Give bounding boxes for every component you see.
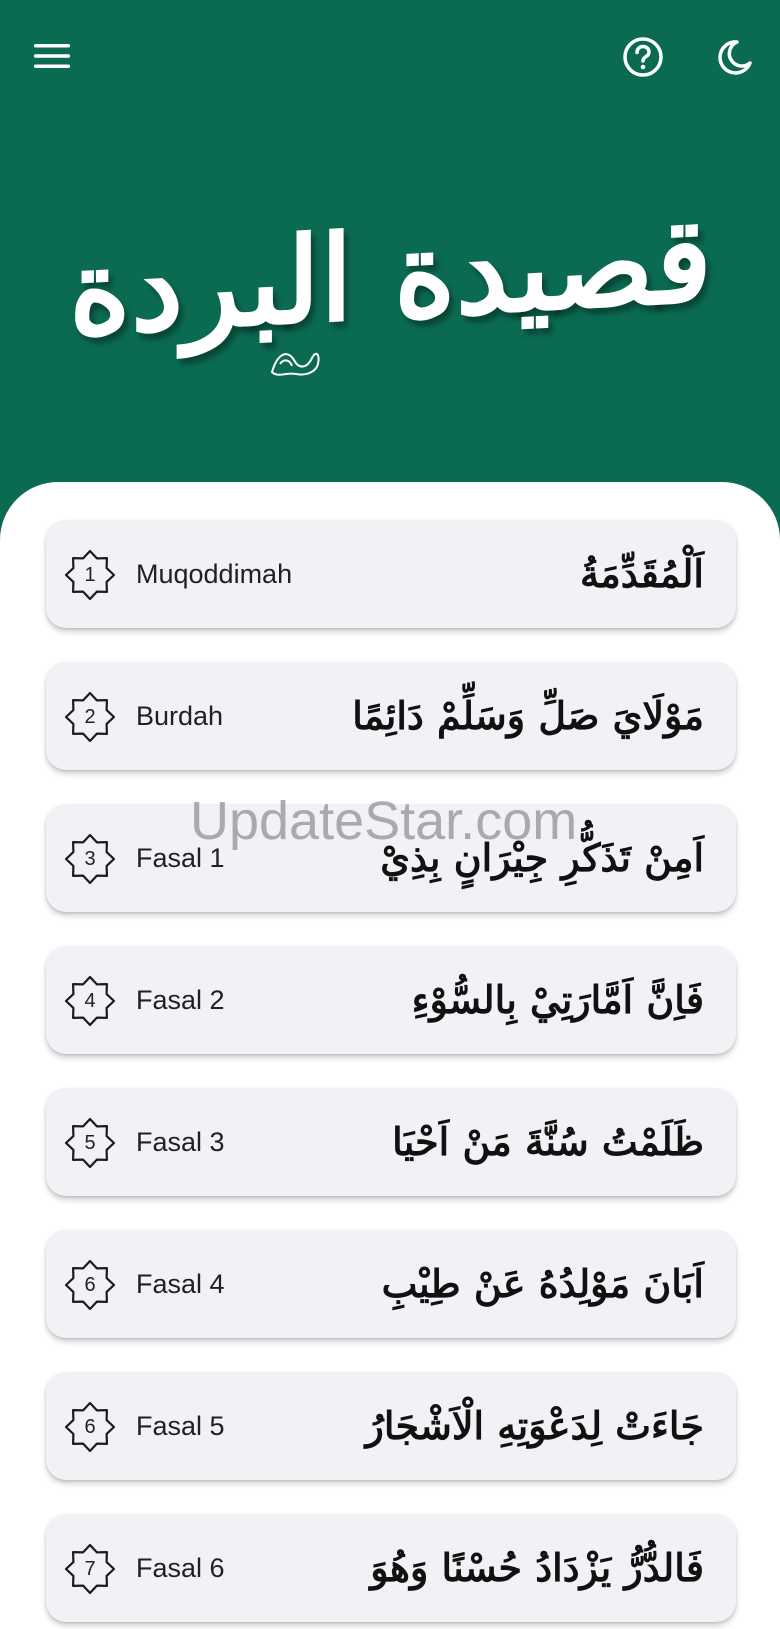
list-item-fasal-2[interactable]: 4 Fasal 2 فَاِنَّ اَمَّارَتِيْ بِالسُّوْ… [46,946,736,1054]
item-number: 2 [84,705,96,728]
list-item-muqoddimah[interactable]: 1 Muqoddimah اَلْمُقَدِّمَةُ [46,520,736,628]
dark-mode-toggle[interactable] [710,32,760,82]
item-number: 1 [84,563,96,586]
moon-icon [718,40,752,75]
number-badge: 3 [64,833,116,885]
item-label: Burdah [136,701,224,731]
item-number: 6 [84,1273,96,1296]
menu-icon [34,44,70,68]
list-item-fasal-4[interactable]: 6 Fasal 4 اَبَانَ مَوْلِدُهُ عَنْ طِيْبِ [46,1230,736,1338]
number-badge: 2 [64,691,116,743]
number-badge: 1 [64,549,116,601]
item-label: Fasal 3 [136,1127,225,1157]
logo-flourish-icon [270,352,320,376]
logo-calligraphy: قصيدة البردة [68,188,712,362]
list-item-fasal-5[interactable]: 6 Fasal 5 جَاءَتْ لِدَعْوَتِهِ الْاَشْجَ… [46,1372,736,1480]
item-number: 4 [84,989,96,1012]
item-label: Fasal 6 [136,1553,225,1583]
item-number: 5 [84,1131,96,1154]
list-item-fasal-3[interactable]: 5 Fasal 3 ظَلَمْتُ سُنَّةَ مَنْ اَحْيَا [46,1088,736,1196]
number-badge: 4 [64,975,116,1027]
list-item-burdah[interactable]: 2 Burdah مَوْلَايَ صَلِّ وَسَلِّمْ دَائِ… [46,662,736,770]
number-badge: 5 [64,1117,116,1169]
item-arabic-title: اَمِنْ تَذَكُّرِ جِيْرَانٍ بِذِيْ [380,835,704,880]
menu-button[interactable] [30,34,74,78]
item-number: 3 [84,847,96,870]
item-label: Fasal 2 [136,985,225,1015]
help-circle-icon [623,37,663,77]
item-number: 6 [84,1415,96,1438]
help-button[interactable] [618,32,668,82]
item-number: 7 [84,1557,96,1580]
number-badge: 7 [64,1543,116,1595]
list-item-fasal-1[interactable]: 3 Fasal 1 اَمِنْ تَذَكُّرِ جِيْرَانٍ بِذ… [46,804,736,912]
item-arabic-title: مَوْلَايَ صَلِّ وَسَلِّمْ دَائِمًا [352,693,704,738]
item-arabic-title: فَاِنَّ اَمَّارَتِيْ بِالسُّوْءِ [411,977,704,1022]
item-arabic-title: اَبَانَ مَوْلِدُهُ عَنْ طِيْبِ [381,1261,704,1306]
item-label: Fasal 4 [136,1269,225,1299]
item-arabic-title: ظَلَمْتُ سُنَّةَ مَنْ اَحْيَا [392,1119,704,1164]
item-arabic-title: اَلْمُقَدِّمَةُ [579,551,704,596]
number-badge: 6 [64,1259,116,1311]
number-badge: 6 [64,1401,116,1453]
app-header: قصيدة البردة [0,0,780,500]
item-arabic-title: جَاءَتْ لِدَعْوَتِهِ الْاَشْجَارُ [365,1403,704,1448]
item-label: Muqoddimah [136,559,293,589]
item-label: Fasal 1 [136,843,225,873]
item-arabic-title: فَالدُّرُّ يَزْدَادُ حُسْنًا وَهُوَ [370,1545,704,1590]
app-logo: قصيدة البردة [69,150,712,400]
item-label: Fasal 5 [136,1411,225,1441]
list-item-fasal-6[interactable]: 7 Fasal 6 فَالدُّرُّ يَزْدَادُ حُسْنًا و… [46,1514,736,1622]
